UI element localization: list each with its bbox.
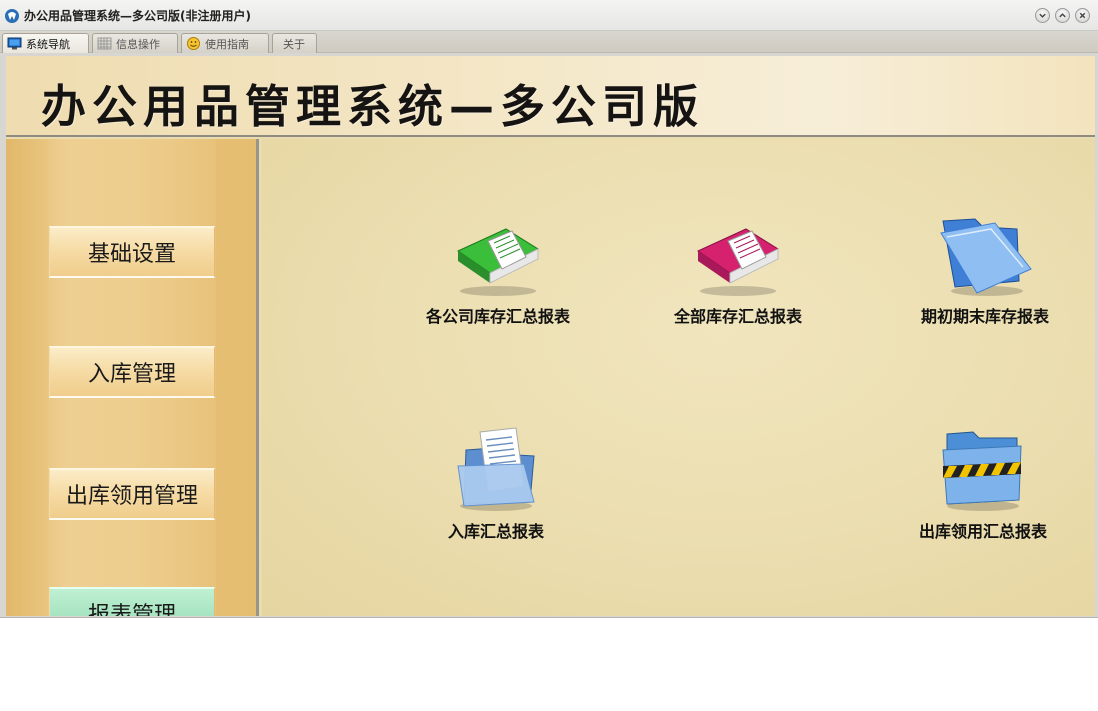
- monitor-icon: [7, 37, 22, 50]
- tab-bar: 系统导航 信息操作 使用指南 关于: [0, 31, 1098, 53]
- chevron-up-icon: [1059, 13, 1066, 18]
- tab-system-navigation[interactable]: 系统导航: [2, 33, 89, 53]
- report-tile-stock-out-summary[interactable]: 出库领用汇总报表: [888, 426, 1078, 556]
- tab-label: 信息操作: [116, 37, 160, 51]
- window-title: 办公用品管理系统—多公司版(非注册用户): [24, 9, 251, 23]
- tab-about[interactable]: 关于: [272, 33, 317, 53]
- tab-label: 关于: [283, 37, 305, 51]
- close-icon: [1079, 12, 1086, 19]
- tile-label: 全部库存汇总报表: [673, 307, 802, 326]
- main-panel: 各公司库存汇总报表 全部库存汇总报表 期初期末库存报表 入库汇总报表 出库领用汇…: [262, 139, 1095, 616]
- maximize-button[interactable]: [1055, 8, 1070, 23]
- banner: 办公用品管理系统—多公司版: [6, 56, 1095, 137]
- tile-label: 入库汇总报表: [447, 522, 544, 541]
- caution-folder-icon: [933, 426, 1033, 514]
- tab-label: 使用指南: [205, 37, 249, 51]
- app-window: 办公用品管理系统—多公司版(非注册用户) 系统导航 信息操作 使用指南 关于 办…: [0, 0, 1098, 618]
- tab-info-operation[interactable]: 信息操作: [92, 33, 178, 53]
- sidebar-item-reports[interactable]: 报表管理: [49, 587, 215, 616]
- banner-title: 办公用品管理系统—多公司版: [41, 80, 705, 133]
- sidebar-item-stock-out[interactable]: 出库领用管理: [49, 468, 215, 520]
- green-book-icon: [448, 211, 548, 299]
- app-logo-icon: [4, 8, 20, 24]
- document-folder-icon: [446, 426, 546, 514]
- report-tile-company-inventory[interactable]: 各公司库存汇总报表: [403, 211, 593, 341]
- pink-book-icon: [688, 211, 788, 299]
- blue-folder-icon: [935, 211, 1035, 299]
- chevron-down-icon: [1039, 13, 1046, 18]
- sidebar: 基础设置 入库管理 出库领用管理 报表管理: [6, 139, 259, 616]
- tab-user-guide[interactable]: 使用指南: [181, 33, 269, 53]
- sidebar-item-basic-settings[interactable]: 基础设置: [49, 226, 215, 278]
- minimize-button[interactable]: [1035, 8, 1050, 23]
- tile-label: 出库领用汇总报表: [918, 522, 1047, 541]
- report-tile-total-inventory[interactable]: 全部库存汇总报表: [643, 211, 833, 341]
- report-tile-period-inventory[interactable]: 期初期末库存报表: [890, 211, 1080, 341]
- sidebar-item-stock-in[interactable]: 入库管理: [49, 346, 215, 398]
- close-button[interactable]: [1075, 8, 1090, 23]
- tab-label: 系统导航: [26, 37, 70, 51]
- smiley-icon: [186, 37, 201, 50]
- report-tile-stock-in-summary[interactable]: 入库汇总报表: [401, 426, 591, 556]
- grid-icon: [97, 37, 112, 50]
- tile-label: 期初期末库存报表: [920, 307, 1049, 326]
- content-area: 办公用品管理系统—多公司版 基础设置 入库管理 出库领用管理 报表管理 各公司库…: [6, 56, 1095, 616]
- tile-label: 各公司库存汇总报表: [425, 307, 570, 326]
- title-bar: 办公用品管理系统—多公司版(非注册用户): [0, 0, 1098, 31]
